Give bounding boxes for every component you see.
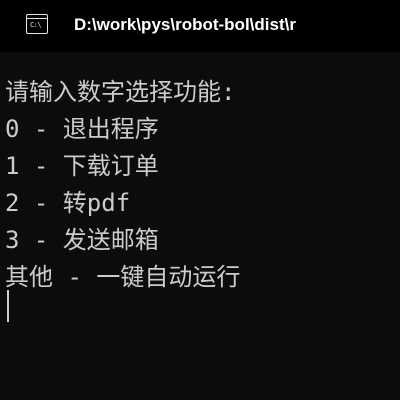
console-output[interactable]: 请输入数字选择功能: 0 - 退出程序 1 - 下载订单 2 - 转pdf 3 … <box>5 74 395 296</box>
prompt-line: 请输入数字选择功能: <box>5 78 236 106</box>
console-window: C:\ D:\work\pys\robot-bol\dist\r 请输入数字选择… <box>0 0 400 400</box>
title-bar[interactable]: C:\ D:\work\pys\robot-bol\dist\r <box>0 0 400 52</box>
menu-option-exit: 0 - 退出程序 <box>5 115 159 143</box>
menu-option-convert-pdf: 2 - 转pdf <box>5 189 131 217</box>
console-icon[interactable]: C:\ <box>26 14 48 34</box>
menu-option-send-email: 3 - 发送邮箱 <box>5 226 159 254</box>
menu-option-download-orders: 1 - 下载订单 <box>5 152 159 180</box>
text-cursor[interactable] <box>7 290 9 322</box>
window-title: D:\work\pys\robot-bol\dist\r <box>74 15 296 34</box>
menu-option-auto-run: 其他 - 一键自动运行 <box>5 263 241 291</box>
console-icon-glyph: C:\ <box>30 21 42 29</box>
